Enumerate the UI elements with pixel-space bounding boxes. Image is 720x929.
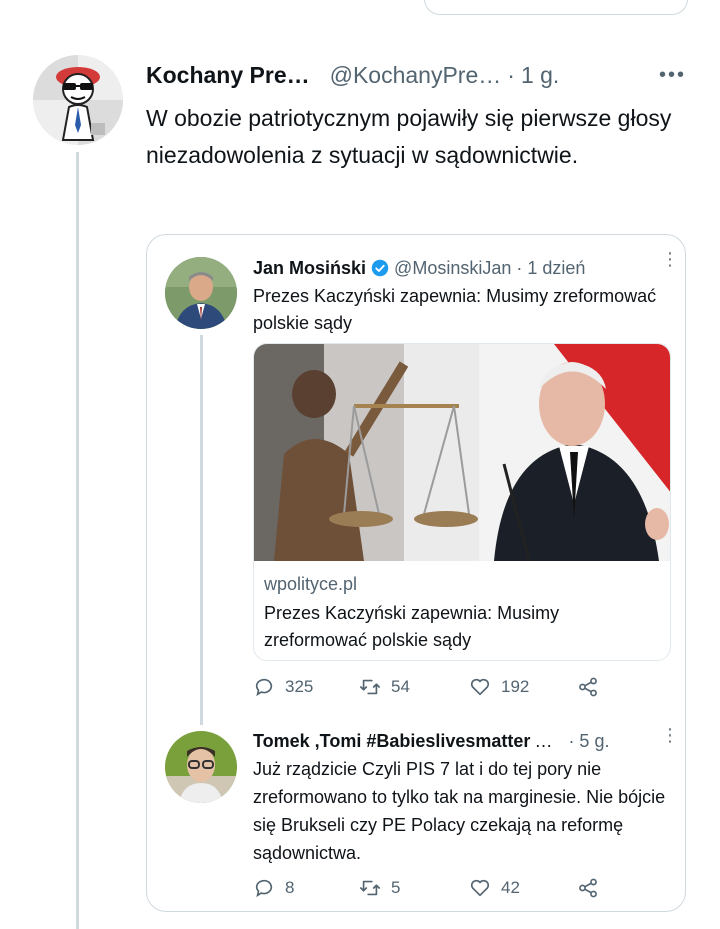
link-preview-card[interactable]: wpolityce.pl Prezes Kaczyński zapewnia: … xyxy=(253,343,671,661)
tweet-text: W obozie patriotycznym pojawiły się pier… xyxy=(146,105,672,168)
reply-tweet-text: Już rządzicie Czyli PIS 7 lat i do tej p… xyxy=(253,759,666,863)
share-icon xyxy=(579,677,597,697)
person-photo-icon xyxy=(165,257,237,329)
quoted-tweet-text: Prezes Kaczyński zapewnia: Musimy zrefor… xyxy=(253,286,657,333)
reply-button[interactable]: 8 xyxy=(253,877,294,899)
link-domain: wpolityce.pl xyxy=(264,574,358,594)
verified-badge-icon xyxy=(371,259,389,277)
quoted-tweet-header: Jan Mosiński @MosinskiJan · 1 dzień ⋮ xyxy=(253,250,679,281)
more-options-button[interactable]: ⋮ xyxy=(661,250,679,268)
reply-tweet-header: Tomek ,Tomi #Babieslivesmatter … · 5 g. … xyxy=(253,726,679,755)
person-photo-icon xyxy=(165,731,237,803)
cartoon-avatar-icon xyxy=(33,55,123,145)
timestamp[interactable]: · 5 g. xyxy=(568,731,609,752)
tweet-header: Kochany Pre… @KochanyPre… · 1 g. ••• xyxy=(146,60,686,90)
timestamp[interactable]: · 1 dzień xyxy=(516,258,585,279)
retweet-icon xyxy=(360,679,380,695)
previous-card-edge xyxy=(424,0,688,15)
retweet-count: 5 xyxy=(391,878,401,897)
heart-icon xyxy=(470,879,490,897)
quote-card[interactable]: Jan Mosiński @MosinskiJan · 1 dzień ⋮ Pr… xyxy=(146,234,686,912)
retweet-icon xyxy=(360,880,380,896)
name-truncation: … xyxy=(534,730,553,751)
avatar[interactable] xyxy=(165,731,237,803)
reply-button[interactable]: 325 xyxy=(253,676,313,698)
reply-count: 8 xyxy=(285,878,295,897)
retweet-button[interactable]: 5 xyxy=(359,877,400,899)
more-options-button[interactable]: ••• xyxy=(659,64,686,87)
reply-icon xyxy=(255,879,273,898)
like-button[interactable]: 42 xyxy=(469,877,520,899)
author-name[interactable]: Kochany Pre… xyxy=(146,62,310,89)
reply-tweet-actions: 8 5 42 xyxy=(253,873,613,903)
timestamp[interactable]: 1 g. xyxy=(521,62,559,89)
heart-icon xyxy=(470,678,490,696)
avatar[interactable] xyxy=(33,55,123,145)
like-button[interactable]: 192 xyxy=(469,676,529,698)
share-button[interactable] xyxy=(577,877,609,899)
more-options-button[interactable]: ⋮ xyxy=(661,726,679,744)
retweet-count: 54 xyxy=(391,677,410,696)
article-image xyxy=(254,344,670,561)
share-icon xyxy=(579,878,597,898)
retweet-button[interactable]: 54 xyxy=(359,676,410,698)
share-button[interactable] xyxy=(577,676,609,698)
separator: · xyxy=(507,61,515,88)
like-count: 42 xyxy=(501,878,520,897)
thread-line xyxy=(76,152,79,929)
author-handle[interactable]: @KochanyPre… xyxy=(330,62,502,89)
link-title: Prezes Kaczyński zapewnia: Musimy zrefor… xyxy=(264,603,560,650)
author-handle[interactable]: @MosinskiJan xyxy=(394,258,511,279)
avatar[interactable] xyxy=(165,257,237,329)
reply-count: 325 xyxy=(285,677,314,696)
author-name[interactable]: Jan Mosiński xyxy=(253,258,366,279)
author-name[interactable]: Tomek ,Tomi #Babieslivesmatter xyxy=(253,731,530,752)
reply-icon xyxy=(255,678,273,697)
reply-thread-line xyxy=(200,335,203,725)
like-count: 192 xyxy=(501,677,530,696)
quoted-tweet-actions: 325 54 192 xyxy=(253,672,613,702)
